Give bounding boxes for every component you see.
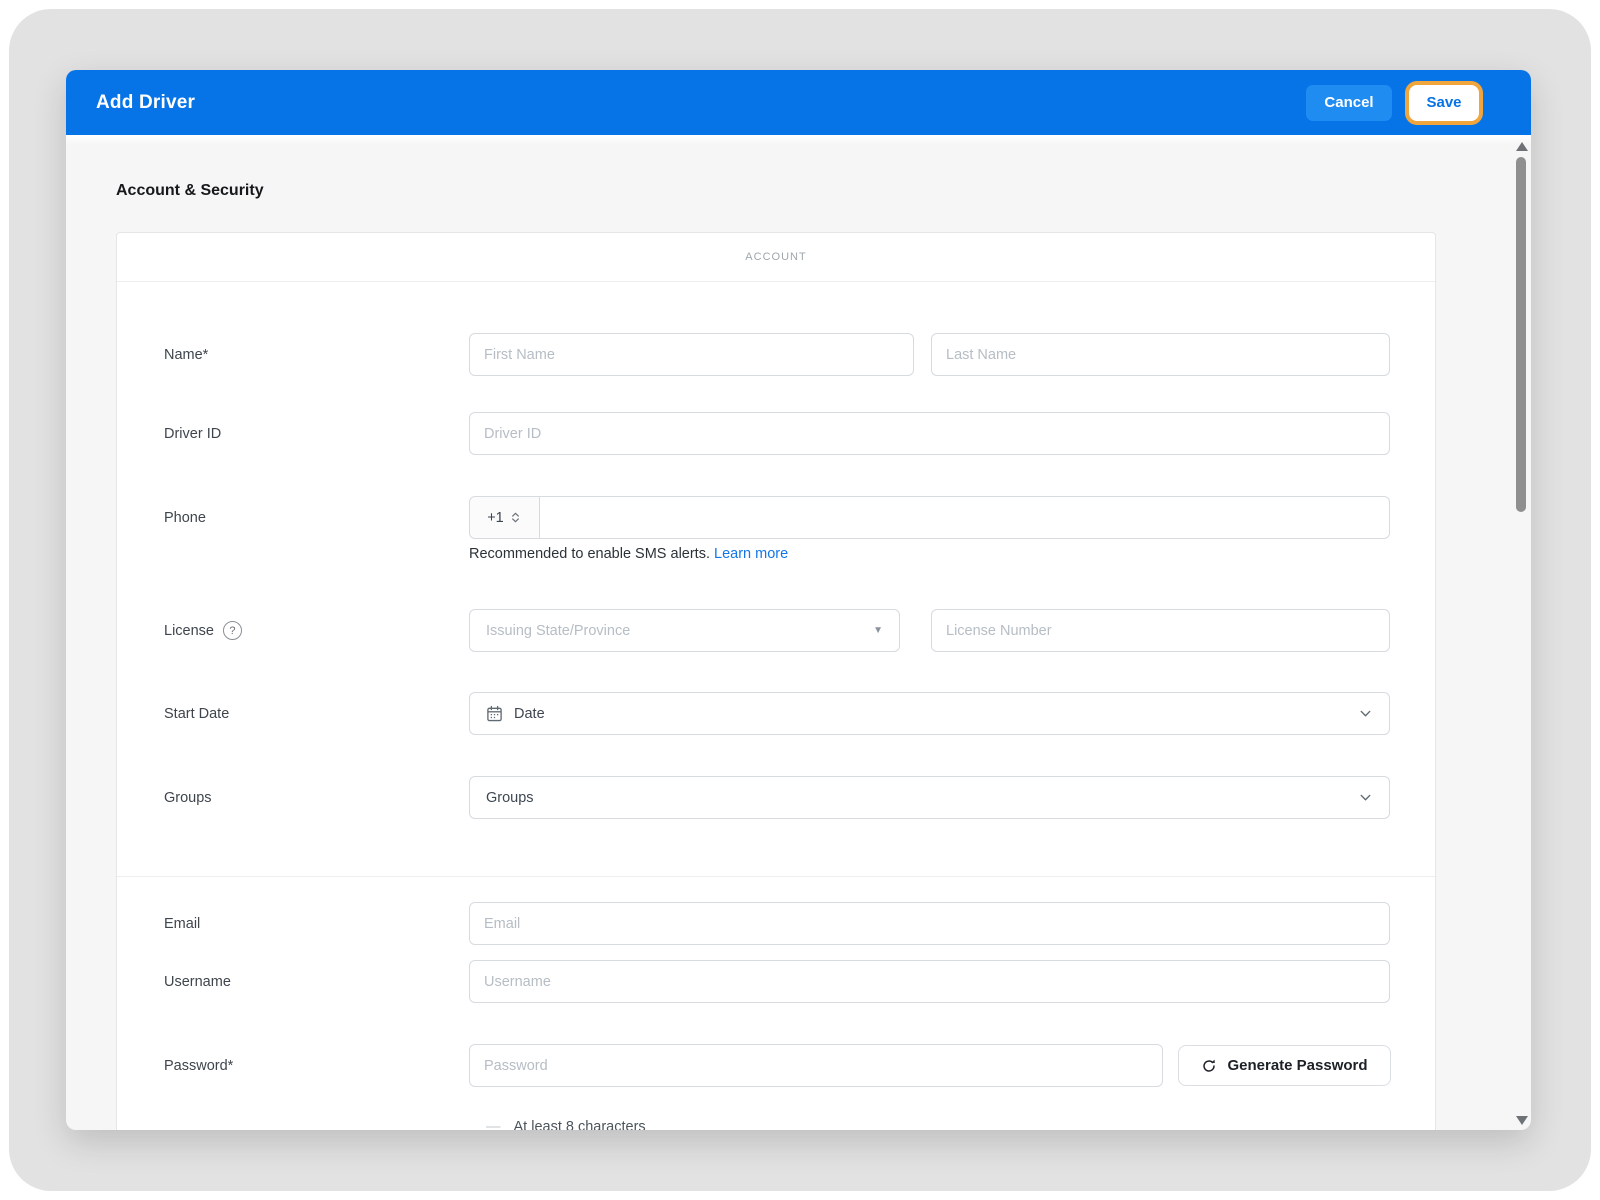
groups-value: Groups [486, 790, 534, 806]
dash-bullet: — [486, 1119, 501, 1130]
save-highlight-ring: Save [1405, 81, 1483, 125]
phone-input[interactable] [540, 496, 1390, 539]
last-name-input[interactable] [931, 333, 1390, 376]
calendar-icon [486, 705, 503, 722]
scrollbar-thumb[interactable] [1516, 157, 1526, 512]
phone-helper-message: Recommended to enable SMS alerts. [469, 546, 710, 562]
password-requirement: — At least 8 characters [486, 1119, 646, 1130]
groups-select[interactable]: Groups [469, 776, 1390, 819]
modal-title: Add Driver [96, 92, 195, 114]
save-button[interactable]: Save [1411, 87, 1477, 119]
email-field[interactable] [469, 902, 1390, 945]
cancel-button[interactable]: Cancel [1306, 85, 1392, 121]
password-label: Password* [164, 1044, 394, 1087]
scroll-down-arrow-icon[interactable] [1516, 1116, 1528, 1125]
issuing-state-placeholder: Issuing State/Province [486, 623, 630, 639]
refresh-icon [1201, 1058, 1217, 1074]
card-group-label: ACCOUNT [117, 233, 1435, 282]
account-card: ACCOUNT Name* Driver ID Phone +1 Recomme… [116, 232, 1436, 1130]
phone-label: Phone [164, 496, 394, 539]
country-code-selector[interactable]: +1 [469, 496, 540, 539]
password-field[interactable] [469, 1044, 1163, 1087]
generate-password-label: Generate Password [1227, 1057, 1367, 1074]
name-label: Name* [164, 333, 394, 376]
start-date-label: Start Date [164, 692, 394, 735]
license-number-input[interactable] [931, 609, 1390, 652]
email-label: Email [164, 902, 394, 945]
vertical-scrollbar [1514, 70, 1528, 1130]
chevron-down-icon [1358, 790, 1373, 805]
chevron-down-icon [1358, 706, 1373, 721]
up-down-spinner-icon [509, 511, 522, 524]
header-actions: Cancel Save [1306, 81, 1483, 125]
screenshot-canvas: Add Driver Cancel Save Account & Securit… [0, 0, 1600, 1200]
license-label-text: License [164, 623, 214, 639]
issuing-state-select[interactable]: Issuing State/Province ▼ [469, 609, 900, 652]
country-code-value: +1 [487, 510, 504, 526]
modal-header: Add Driver Cancel Save [66, 70, 1531, 135]
learn-more-link[interactable]: Learn more [714, 546, 788, 562]
phone-helper-text: Recommended to enable SMS alerts. Learn … [469, 546, 788, 562]
triangle-down-icon: ▼ [873, 625, 883, 636]
header-shadow [66, 135, 1531, 145]
groups-label: Groups [164, 776, 394, 819]
username-field[interactable] [469, 960, 1390, 1003]
scroll-up-arrow-icon[interactable] [1516, 142, 1528, 151]
password-requirement-text: At least 8 characters [514, 1119, 646, 1130]
start-date-select[interactable]: Date [469, 692, 1390, 735]
card-section-divider [117, 876, 1435, 877]
page-title: Account & Security [116, 182, 264, 200]
start-date-value: Date [514, 706, 545, 722]
driver-id-label: Driver ID [164, 412, 394, 455]
username-label: Username [164, 960, 394, 1003]
first-name-input[interactable] [469, 333, 914, 376]
generate-password-button[interactable]: Generate Password [1178, 1045, 1391, 1086]
add-driver-modal: Add Driver Cancel Save Account & Securit… [66, 70, 1531, 1130]
license-label: License ? [164, 609, 394, 652]
help-icon[interactable]: ? [223, 621, 242, 640]
driver-id-input[interactable] [469, 412, 1390, 455]
